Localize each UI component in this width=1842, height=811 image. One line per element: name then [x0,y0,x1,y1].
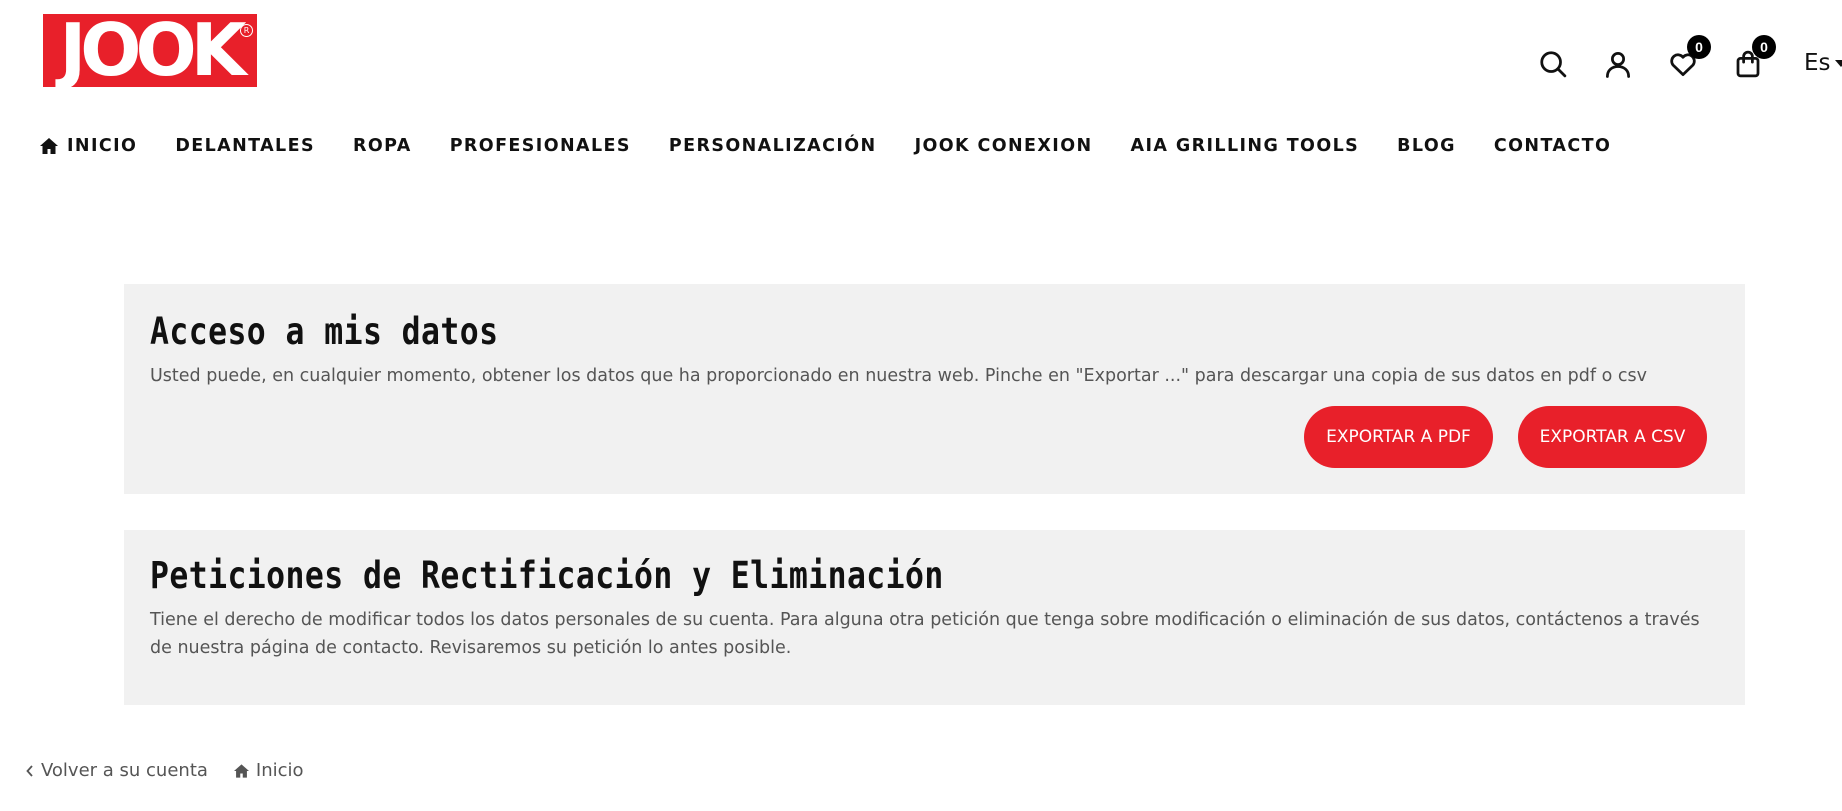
export-csv-button[interactable]: EXPORTAR A CSV [1518,406,1707,468]
home-icon [233,763,249,778]
chevron-left-icon [26,764,33,777]
home-icon [40,138,58,154]
home-link-label: Inicio [255,760,304,781]
logo-text: JOOK [59,7,247,92]
main-nav: INICIO DELANTALES ROPA PROFESIONALES PER… [40,136,1649,156]
wishlist-button[interactable]: 0 [1665,35,1711,84]
user-icon [1606,52,1630,78]
nav-item-ropa[interactable]: ROPA [353,136,412,156]
language-label: Es [1804,50,1831,76]
nav-item-aia-grilling-tools[interactable]: AIA GRILLING TOOLS [1131,136,1360,156]
nav-item-jook-conexion[interactable]: JOOK CONEXION [915,136,1093,156]
rectification-panel: Peticiones de Rectificación y Eliminació… [124,530,1745,705]
access-data-title: Acceso a mis datos [150,310,499,353]
nav-item-personalizacion[interactable]: PERSONALIZACIÓN [669,136,877,156]
back-to-account-link[interactable]: Volver a su cuenta [26,760,208,781]
back-to-account-label: Volver a su cuenta [41,760,208,781]
access-data-description: Usted puede, en cualquier momento, obten… [150,366,1647,386]
search-button[interactable] [1535,44,1571,84]
rectification-description: Tiene el derecho de modificar todos los … [150,606,1719,662]
home-link[interactable]: Inicio [233,760,304,781]
caret-down-icon [1834,59,1842,67]
account-footer-links: Volver a su cuenta Inicio [26,760,330,781]
nav-item-label: INICIO [67,136,138,156]
nav-item-inicio[interactable]: INICIO [40,136,137,156]
contact-page-link[interactable]: página de contacto [250,638,419,658]
account-button[interactable] [1600,44,1636,84]
registered-mark: R [240,24,253,37]
page: JOOK R 0 0 Es INICIO DELANTALES ROPA PRO… [0,0,1842,811]
nav-item-profesionales[interactable]: PROFESIONALES [450,136,631,156]
rectification-text-after: . Revisaremos su petición lo antes posib… [418,638,792,658]
export-pdf-button[interactable]: EXPORTAR A PDF [1304,406,1493,468]
access-data-panel: Acceso a mis datos Usted puede, en cualq… [124,284,1745,494]
nav-item-contacto[interactable]: CONTACTO [1494,136,1611,156]
nav-item-delantales[interactable]: DELANTALES [175,136,315,156]
cart-button[interactable]: 0 [1730,35,1776,84]
rectification-title: Peticiones de Rectificación y Eliminació… [150,554,944,597]
wishlist-count-badge: 0 [1687,35,1711,59]
nav-item-blog[interactable]: BLOG [1397,136,1456,156]
jook-logo[interactable]: JOOK R [43,14,257,87]
cart-count-badge: 0 [1752,35,1776,59]
language-selector[interactable]: Es [1804,50,1842,76]
search-icon [1540,51,1567,78]
